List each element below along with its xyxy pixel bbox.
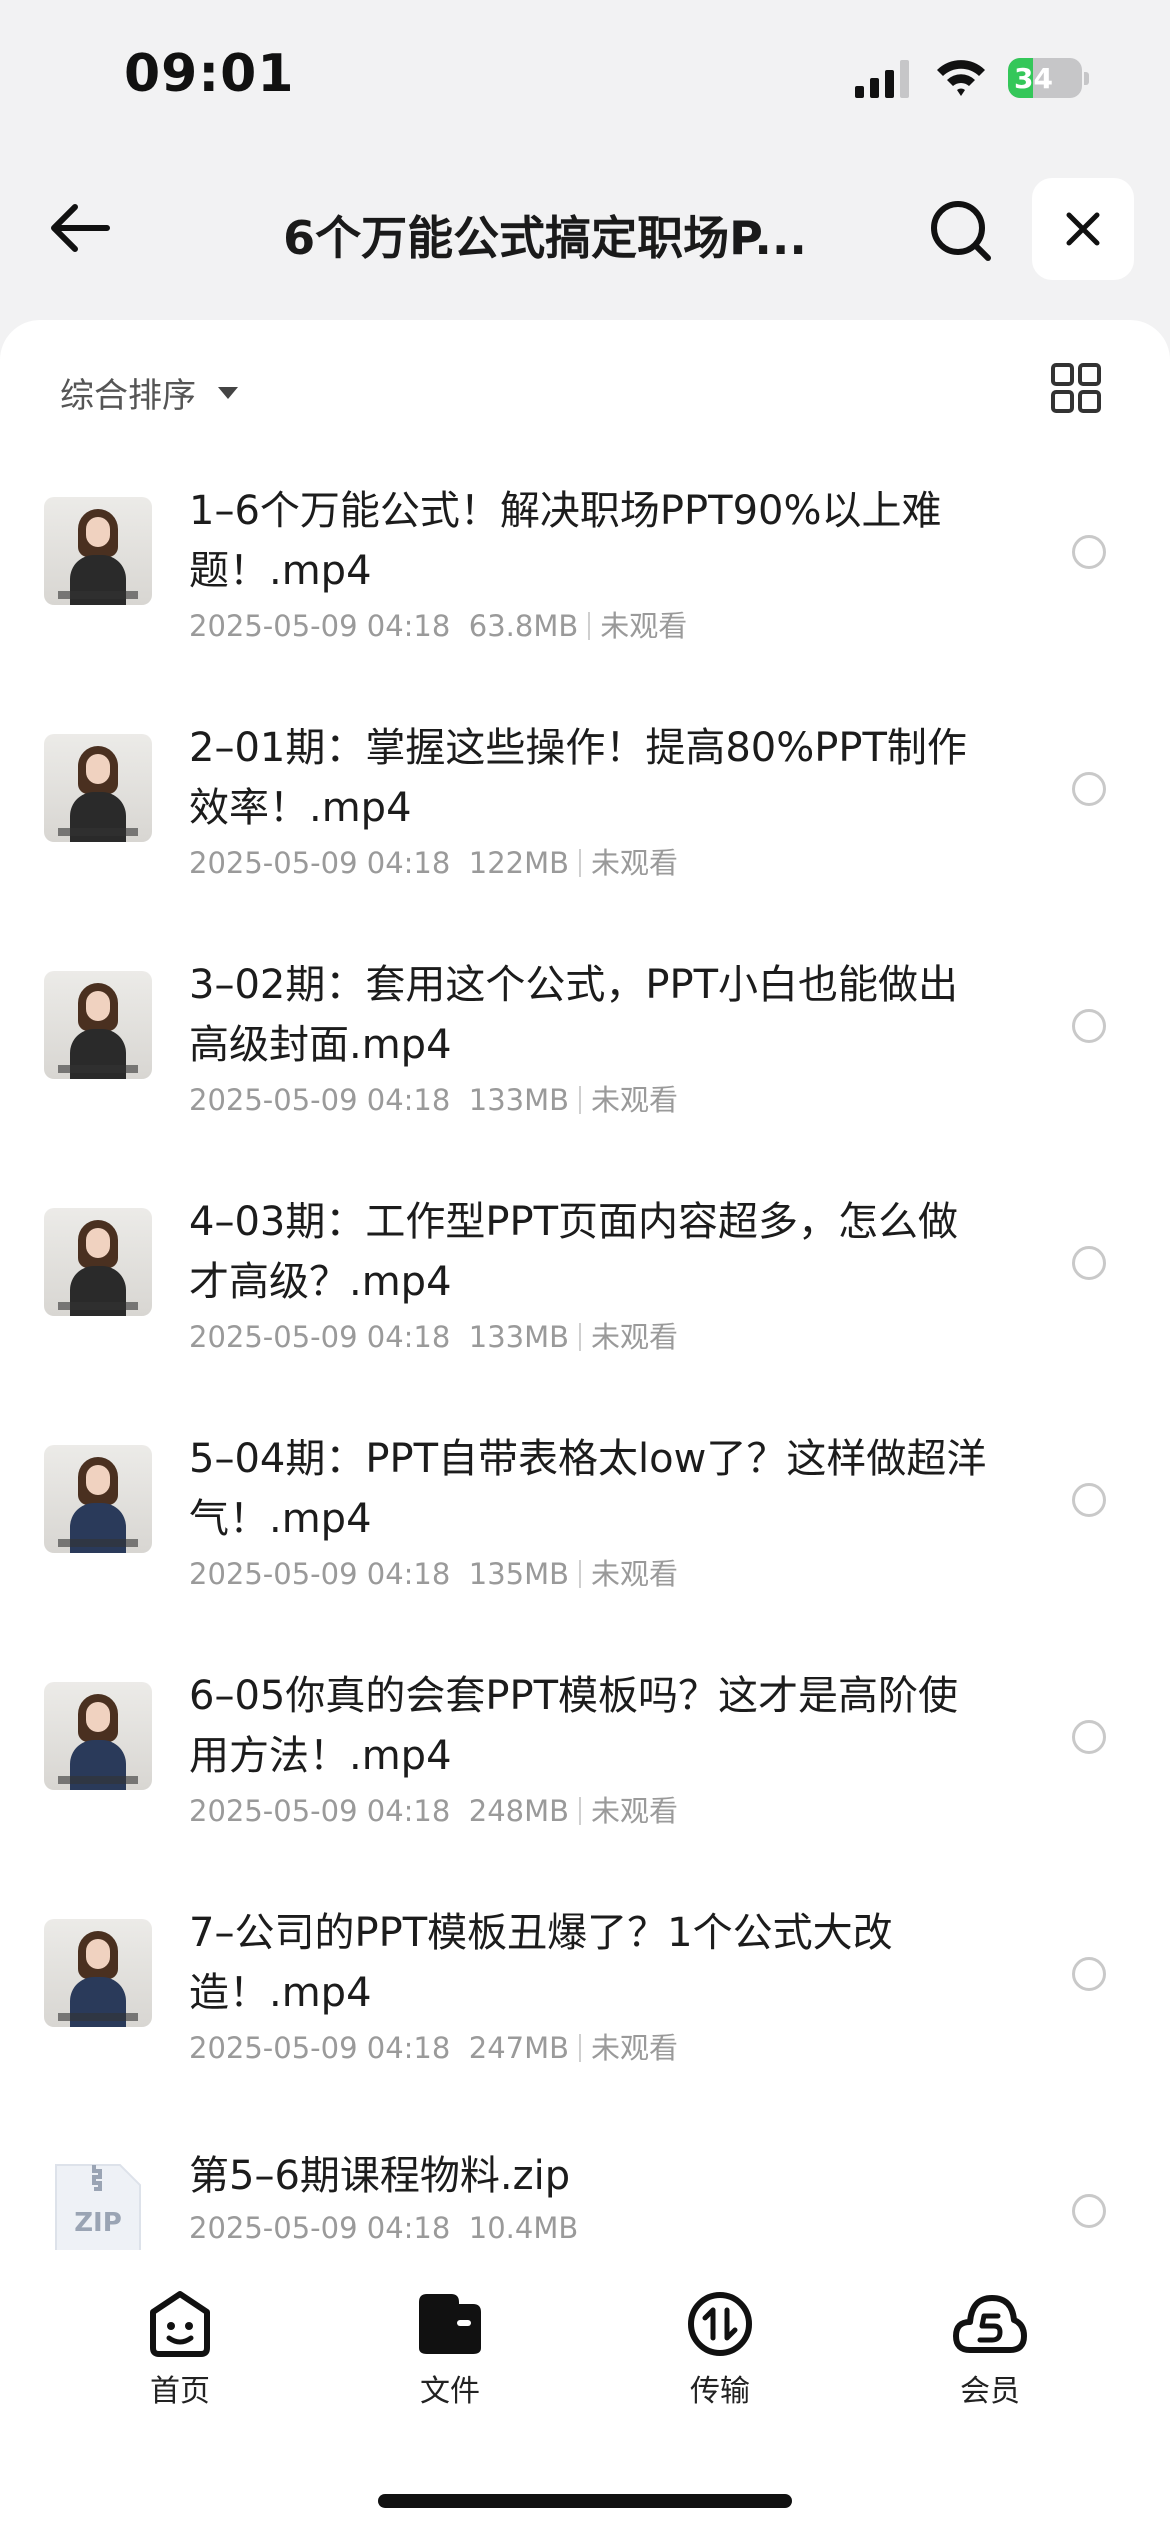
file-list-panel: 综合排序 1–6个万能公式！解决职场PPT90%以上难题！.mp4 2025-0…	[0, 320, 1170, 2256]
file-size: 10.4MB	[468, 2211, 579, 2245]
file-size: 133MB	[468, 1083, 570, 1117]
search-icon	[931, 201, 991, 261]
sort-label: 综合排序	[60, 376, 196, 416]
file-date: 2025-05-09 04:18	[189, 1320, 451, 1354]
file-name: 4–03期：工作型PPT页面内容超多，怎么做才高级？.mp4	[189, 1199, 959, 1305]
file-date: 2025-05-09 04:18	[189, 1083, 451, 1117]
watch-status: 未观看	[591, 2031, 679, 2065]
home-face-icon	[150, 2291, 210, 2357]
select-radio[interactable]	[1072, 772, 1106, 806]
status-bar: 09:01 34	[0, 0, 1170, 150]
select-radio[interactable]	[1072, 1957, 1106, 1991]
file-meta: 2025-05-09 04:18 63.8MB 未观看	[189, 603, 687, 645]
page-title: 6个万能公式搞定职场P...	[283, 211, 807, 265]
file-meta: 2025-05-09 04:18 133MB 未观看	[189, 1077, 678, 1119]
file-date: 2025-05-09 04:18	[189, 1794, 451, 1828]
select-radio[interactable]	[1072, 1720, 1106, 1754]
select-radio[interactable]	[1072, 1009, 1106, 1043]
home-indicator	[378, 2494, 792, 2508]
file-name: 5–04期：PPT自带表格太low了？这样做超洋气！.mp4	[189, 1436, 987, 1542]
transfer-icon	[688, 2292, 752, 2356]
nav-header: 6个万能公式搞定职场P...	[0, 160, 1170, 300]
close-button[interactable]	[1032, 178, 1134, 280]
tab-home[interactable]: 首页	[100, 2290, 260, 2420]
file-size: 248MB	[468, 1794, 570, 1828]
file-name: 6–05你真的会套PPT模板吗？这才是高阶使用方法！.mp4	[189, 1673, 959, 1779]
file-date: 2025-05-09 04:18	[189, 2211, 451, 2245]
back-arrow-icon	[51, 204, 110, 252]
file-meta: 2025-05-09 04:18 247MB 未观看	[189, 2025, 678, 2067]
file-name: 1–6个万能公式！解决职场PPT90%以上难题！.mp4	[189, 488, 942, 594]
file-row[interactable]: 6–05你真的会套PPT模板吗？这才是高阶使用方法！.mp4 2025-05-0…	[0, 1645, 1170, 1882]
file-meta: 2025-05-09 04:18 135MB 未观看	[189, 1551, 678, 1593]
zip-file-icon: ZIP	[55, 2164, 141, 2256]
tab-vip[interactable]: 会员	[910, 2290, 1070, 2420]
video-thumbnail	[44, 497, 152, 605]
file-meta: 2025-05-09 04:18 248MB 未观看	[189, 1788, 678, 1830]
file-date: 2025-05-09 04:18	[189, 846, 451, 880]
watch-status: 未观看	[591, 1794, 679, 1828]
wifi-icon	[937, 60, 985, 96]
video-thumbnail	[44, 1919, 152, 2027]
watch-status: 未观看	[591, 1083, 679, 1117]
close-icon	[1066, 212, 1100, 246]
tab-label: 首页	[150, 2374, 210, 2409]
status-time: 09:01	[124, 44, 295, 104]
file-date: 2025-05-09 04:18	[189, 609, 451, 643]
file-row[interactable]: 3–02期：套用这个公式，PPT小白也能做出高级封面.mp4 2025-05-0…	[0, 934, 1170, 1171]
watch-status: 未观看	[591, 1320, 679, 1354]
battery-charging-icon: 34	[1008, 58, 1089, 98]
search-button[interactable]	[918, 188, 1002, 272]
file-date: 2025-05-09 04:18	[189, 1557, 451, 1591]
watch-status: 未观看	[591, 846, 679, 880]
zip-label: ZIP	[74, 2208, 122, 2238]
file-row[interactable]: 1–6个万能公式！解决职场PPT90%以上难题！.mp4 2025-05-09 …	[0, 460, 1170, 697]
tab-bar: 首页 文件 传输 会员	[0, 2250, 1170, 2532]
file-name: 7–公司的PPT模板丑爆了？1个公式大改造！.mp4	[189, 1910, 893, 2016]
caret-down-icon	[218, 386, 238, 399]
sort-dropdown[interactable]: 综合排序	[60, 368, 238, 417]
file-meta: 2025-05-09 04:18 10.4MB	[189, 2211, 578, 2245]
watch-status: 未观看	[591, 1557, 679, 1591]
file-row[interactable]: 5–04期：PPT自带表格太low了？这样做超洋气！.mp4 2025-05-0…	[0, 1408, 1170, 1645]
battery-level: 34	[1014, 62, 1053, 95]
file-meta: 2025-05-09 04:18 122MB 未观看	[189, 840, 678, 882]
signal-icon	[855, 60, 909, 98]
video-thumbnail	[44, 971, 152, 1079]
file-row[interactable]: 7–公司的PPT模板丑爆了？1个公式大改造！.mp4 2025-05-09 04…	[0, 1882, 1170, 2119]
select-radio[interactable]	[1072, 1483, 1106, 1517]
video-thumbnail	[44, 1682, 152, 1790]
file-size: 63.8MB	[468, 609, 579, 643]
video-thumbnail	[44, 734, 152, 842]
file-date: 2025-05-09 04:18	[189, 2031, 451, 2065]
file-row[interactable]: 2–01期：掌握这些操作！提高80%PPT制作效率！.mp4 2025-05-0…	[0, 697, 1170, 934]
select-radio[interactable]	[1072, 535, 1106, 569]
watch-status: 未观看	[600, 609, 688, 643]
file-row[interactable]: 4–03期：工作型PPT页面内容超多，怎么做才高级？.mp4 2025-05-0…	[0, 1171, 1170, 1408]
back-button[interactable]	[40, 188, 120, 268]
select-radio[interactable]	[1072, 2194, 1106, 2228]
folder-icon	[419, 2294, 481, 2354]
tab-label: 文件	[420, 2374, 480, 2409]
grid-view-icon[interactable]	[1050, 362, 1102, 414]
file-meta: 2025-05-09 04:18 133MB 未观看	[189, 1314, 678, 1356]
tab-transfer[interactable]: 传输	[640, 2290, 800, 2420]
file-name: 3–02期：套用这个公式，PPT小白也能做出高级封面.mp4	[189, 962, 959, 1068]
file-list: 1–6个万能公式！解决职场PPT90%以上难题！.mp4 2025-05-09 …	[0, 460, 1170, 2356]
video-thumbnail	[44, 1445, 152, 1553]
file-size: 247MB	[468, 2031, 570, 2065]
tab-label: 会员	[960, 2374, 1020, 2409]
select-radio[interactable]	[1072, 1246, 1106, 1280]
file-size: 122MB	[468, 846, 570, 880]
vip-cloud-icon	[953, 2295, 1027, 2353]
video-thumbnail	[44, 1208, 152, 1316]
tab-files[interactable]: 文件	[370, 2290, 530, 2420]
file-size: 133MB	[468, 1320, 570, 1354]
tab-label: 传输	[690, 2374, 750, 2409]
file-name: 第5–6期课程物料.zip	[189, 2153, 571, 2199]
file-name: 2–01期：掌握这些操作！提高80%PPT制作效率！.mp4	[189, 725, 967, 831]
file-size: 135MB	[468, 1557, 570, 1591]
